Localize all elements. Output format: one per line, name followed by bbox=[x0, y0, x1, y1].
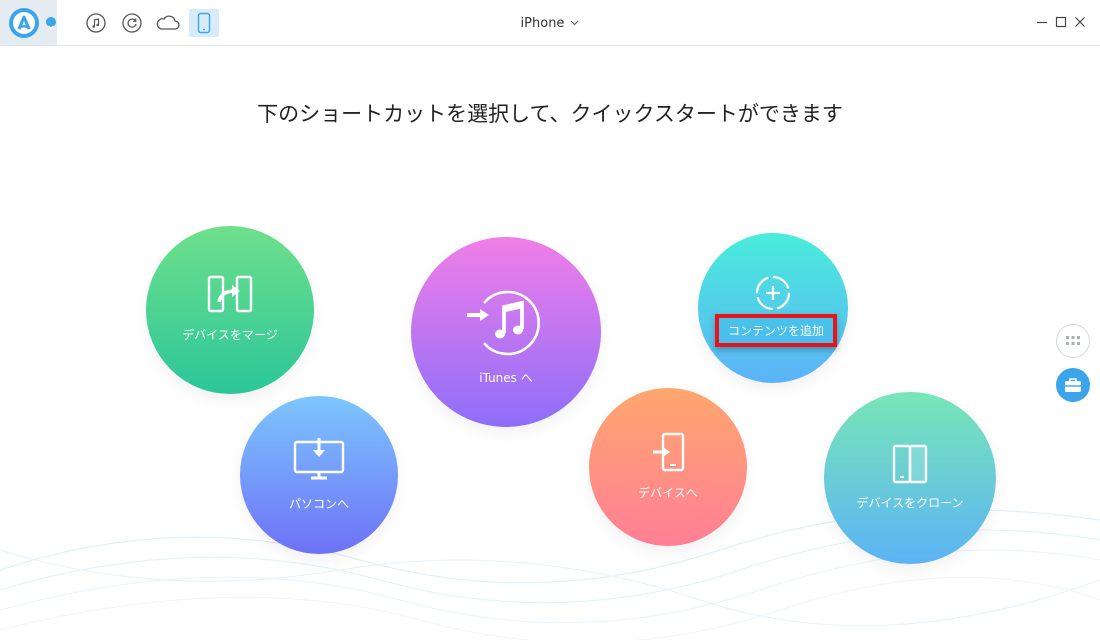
add-content-button[interactable] bbox=[698, 233, 848, 383]
page-title: 下のショートカットを選択して、クイックスタートができます bbox=[257, 102, 843, 126]
minimize-button[interactable] bbox=[1034, 14, 1050, 30]
device-selector[interactable]: iPhone bbox=[500, 12, 600, 34]
to-device-button[interactable]: デバイスへ bbox=[589, 388, 747, 546]
clone-device-label: デバイスをクローン bbox=[856, 496, 964, 510]
device-name: iPhone bbox=[520, 15, 565, 31]
to-itunes-label: iTunes へ bbox=[479, 371, 533, 385]
phone-icon bbox=[197, 12, 211, 34]
add-content-icon bbox=[755, 275, 791, 311]
clone-device-button[interactable]: デバイスをクローン bbox=[824, 392, 996, 564]
more-apps-button[interactable] bbox=[1056, 324, 1090, 358]
to-device-icon bbox=[653, 432, 685, 472]
cloud-icon bbox=[156, 15, 180, 30]
merge-device-label: デバイスをマージ bbox=[182, 328, 278, 342]
add-content-label: コンテンツを追加 bbox=[727, 324, 824, 338]
app-logo-icon bbox=[9, 8, 39, 38]
merge-device-icon bbox=[207, 275, 253, 313]
top-bar: iPhone bbox=[0, 0, 1100, 46]
toolbox-icon bbox=[1065, 378, 1081, 392]
music-tab-button[interactable] bbox=[81, 9, 111, 37]
to-pc-button[interactable]: パソコンへ bbox=[240, 396, 398, 554]
to-pc-icon bbox=[293, 438, 345, 480]
minimize-icon bbox=[1037, 21, 1047, 24]
close-button[interactable] bbox=[1072, 14, 1088, 30]
chevron-down-icon bbox=[46, 17, 56, 30]
restore-tab-button[interactable] bbox=[117, 9, 147, 37]
toolbox-button[interactable] bbox=[1056, 368, 1090, 402]
to-pc-label: パソコンへ bbox=[288, 497, 349, 511]
chevron-down-icon bbox=[571, 20, 579, 26]
merge-device-button[interactable]: デバイスをマージ bbox=[146, 226, 314, 394]
music-icon bbox=[86, 13, 106, 33]
device-tab-button[interactable] bbox=[189, 9, 219, 37]
cloud-tab-button[interactable] bbox=[153, 9, 183, 37]
maximize-button[interactable] bbox=[1053, 14, 1069, 30]
itunes-icon bbox=[467, 290, 540, 356]
maximize-icon bbox=[1055, 16, 1067, 28]
close-icon bbox=[1075, 17, 1085, 27]
to-device-label: デバイスへ bbox=[638, 486, 698, 500]
clone-device-icon bbox=[892, 444, 928, 484]
grid-icon bbox=[1066, 336, 1080, 345]
app-logo-button[interactable] bbox=[0, 0, 57, 45]
to-itunes-button[interactable]: iTunes へ bbox=[411, 237, 601, 427]
restore-icon bbox=[122, 13, 142, 33]
